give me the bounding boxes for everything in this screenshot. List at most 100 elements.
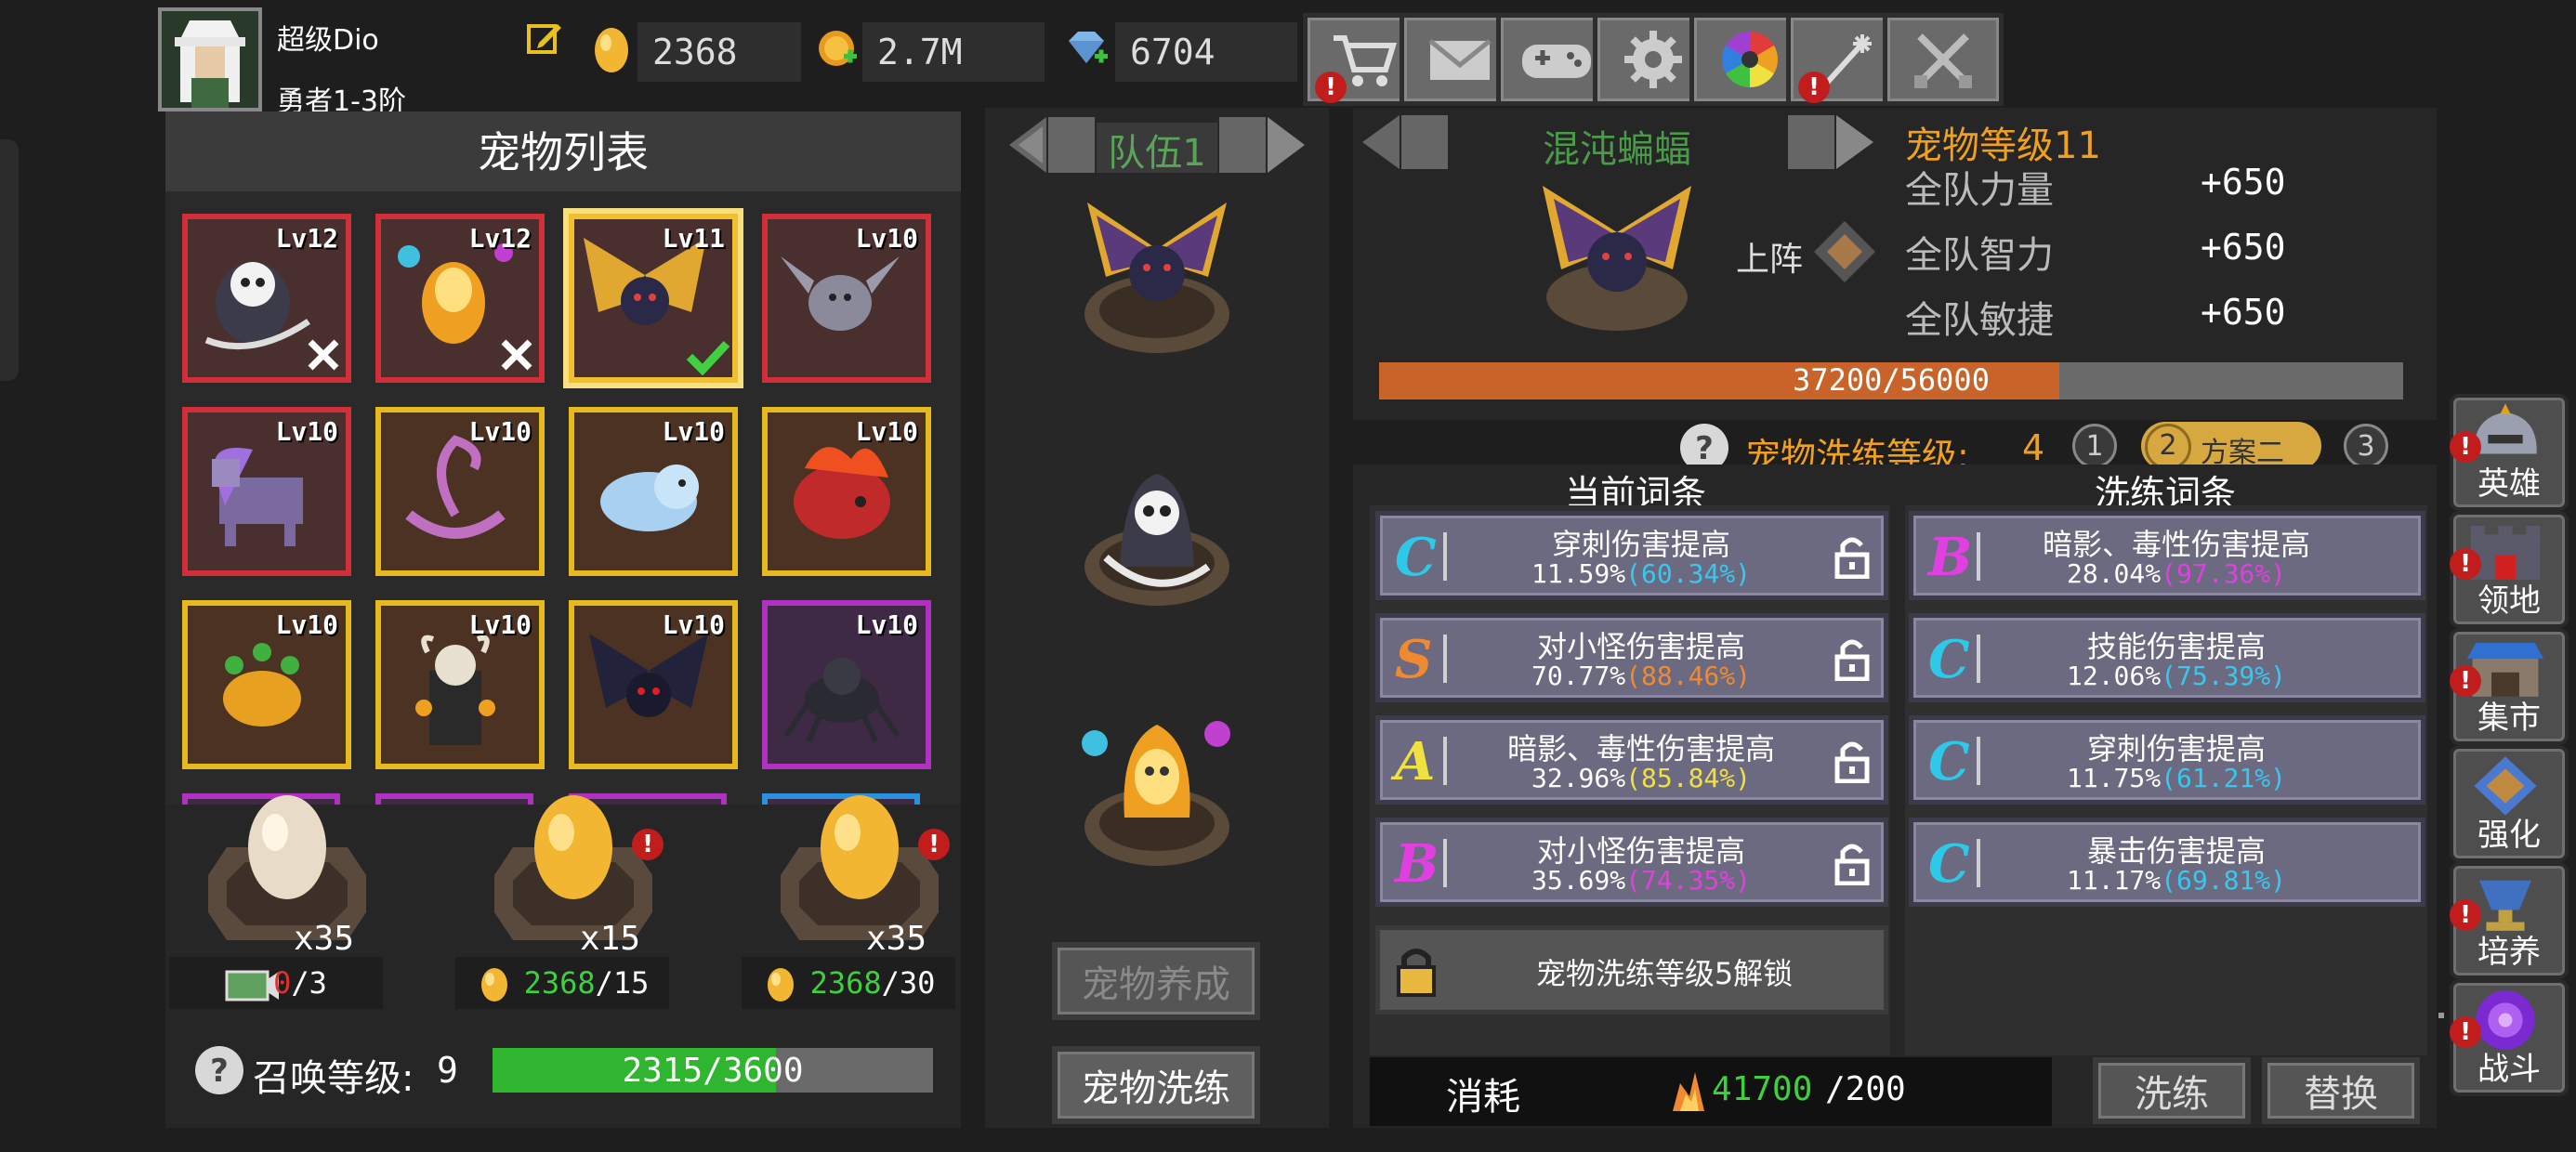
affix-grade: B xyxy=(1928,527,1973,588)
pet-slot[interactable]: Lv12 xyxy=(375,214,545,383)
gem-count: 6704 xyxy=(1115,22,1297,82)
svg-text:?: ? xyxy=(1695,430,1714,467)
pet-prev-arrow[interactable] xyxy=(1359,110,1452,175)
pet-refine-button[interactable]: 宠物洗练 xyxy=(1052,1046,1260,1124)
team-slot-bat[interactable] xyxy=(1069,193,1245,360)
pet-level: Lv12 xyxy=(468,223,532,254)
crossed-swords-icon xyxy=(1914,33,1972,88)
pet-train-button[interactable]: 宠物养成 xyxy=(1052,942,1260,1020)
affix-percent: (88.46%) xyxy=(1625,661,1751,691)
affix-divider xyxy=(1443,839,1447,887)
side-menu-market[interactable]: 集市! xyxy=(2450,628,2569,745)
cost-need: /200 xyxy=(1825,1070,1906,1108)
affix-entry[interactable]: A 暗影、毒性伤害提高 32.96%(85.84%) xyxy=(1375,715,1888,805)
affix-entry[interactable]: S 对小怪伤害提高 70.77%(88.46%) xyxy=(1375,613,1888,702)
pet-list-title: 宠物列表 xyxy=(478,127,649,177)
deploy-label: 上阵 xyxy=(1736,241,1804,279)
pet-level: Lv10 xyxy=(468,416,532,447)
scheme-3-button[interactable]: 3 xyxy=(2344,424,2388,468)
affix-divider xyxy=(1443,532,1447,581)
affix-value-line: 35.69%(74.35%) xyxy=(1454,865,1828,896)
affix-value-line: 11.75%(61.21%) xyxy=(1988,763,2365,793)
pet-slot[interactable]: Lv10 xyxy=(762,407,931,576)
scheme-2-button[interactable]: 2 方案二 xyxy=(2141,422,2321,470)
pet-slot[interactable]: Lv10 xyxy=(375,407,545,576)
gold-resource: 2.7M xyxy=(816,22,1045,82)
summon-level-label: 召唤等级: xyxy=(253,1057,414,1100)
refine-stone-icon xyxy=(1663,1065,1710,1117)
gem-resource: 6704 xyxy=(1061,22,1297,82)
summon-egg[interactable] xyxy=(190,792,385,949)
unlock-icon[interactable] xyxy=(1833,638,1871,682)
pet-slot[interactable]: Lv10 xyxy=(182,407,351,576)
side-menu-enhance[interactable]: 强化 xyxy=(2450,745,2569,862)
egg-count: x15 xyxy=(580,920,641,958)
affix-value: 11.75% xyxy=(2066,763,2162,793)
svg-text:?: ? xyxy=(210,1053,229,1090)
pet-exp-bar: 37200/56000 xyxy=(1379,362,2403,399)
pet-slot[interactable]: Lv11 xyxy=(569,214,738,383)
locked-affix-text: 宠物洗练等级5解锁 xyxy=(1535,956,1794,991)
affix-entry[interactable]: C 穿刺伤害提高 11.75%(61.21%) xyxy=(1909,715,2425,805)
unlock-icon[interactable] xyxy=(1833,740,1871,784)
equipped-check-icon xyxy=(686,338,730,376)
pet-slot[interactable]: Lv10 xyxy=(762,214,931,383)
affix-value: 12.06% xyxy=(2066,661,2162,691)
affix-value: 35.69% xyxy=(1531,865,1626,896)
side-scroll-marker xyxy=(2438,1013,2444,1018)
alert-badge: ! xyxy=(2450,548,2481,580)
affix-value-line: 28.04%(97.36%) xyxy=(1988,558,2365,589)
affix-entry[interactable]: C 穿刺伤害提高 11.59%(60.34%) xyxy=(1375,511,1888,600)
affix-percent: (60.34%) xyxy=(1625,558,1751,589)
team-next-arrow[interactable] xyxy=(1216,110,1308,180)
affix-value-line: 70.77%(88.46%) xyxy=(1454,661,1828,691)
summon-egg[interactable] xyxy=(476,792,671,949)
help-icon[interactable]: ? xyxy=(193,1044,245,1096)
pet-slot[interactable]: Lv10 xyxy=(762,600,931,769)
affix-entry[interactable]: C 暴击伤害提高 11.17%(69.81%) xyxy=(1909,818,2425,907)
side-menu-cultivate[interactable]: 培养! xyxy=(2450,862,2569,979)
team-slot-reaper[interactable] xyxy=(1069,446,1245,613)
side-menu-combat[interactable]: 战斗! xyxy=(2450,979,2569,1096)
cost-label: 消耗 xyxy=(1446,1076,1520,1119)
refine-level-value: 4 xyxy=(2022,427,2045,468)
egg-icon xyxy=(762,962,807,1003)
affix-entry[interactable]: C 技能伤害提高 12.06%(75.39%) xyxy=(1909,613,2425,702)
affix-grade: C xyxy=(1928,731,1970,792)
pet-level: Lv10 xyxy=(662,416,725,447)
summon-level-value: 9 xyxy=(437,1050,458,1091)
unequipped-mark-icon xyxy=(305,336,342,373)
team-slot-ghostfire[interactable] xyxy=(1069,706,1245,873)
pet-level: Lv10 xyxy=(855,223,918,254)
side-menu-heroes[interactable]: 英雄! xyxy=(2450,394,2569,511)
summon-egg[interactable] xyxy=(762,792,957,949)
gold-count: 2.7M xyxy=(862,22,1045,82)
pet-level: Lv11 xyxy=(662,223,725,254)
affix-entry[interactable]: B 对小怪伤害提高 35.69%(74.35%) xyxy=(1375,818,1888,907)
pet-slot[interactable]: Lv10 xyxy=(569,407,738,576)
left-edge-tab[interactable] xyxy=(0,139,19,381)
team-prev-arrow[interactable] xyxy=(1005,110,1098,180)
deploy-diamond-button[interactable] xyxy=(1812,219,1877,284)
battle-button[interactable] xyxy=(1883,13,2004,106)
replace-button[interactable]: 替换 xyxy=(2262,1057,2420,1124)
pet-slot[interactable]: Lv12 xyxy=(182,214,351,383)
pet-next-arrow[interactable] xyxy=(1784,110,1877,175)
pet-slot[interactable]: Lv10 xyxy=(182,600,351,769)
unlock-icon[interactable] xyxy=(1833,843,1871,886)
affix-entry[interactable]: B 暗影、毒性伤害提高 28.04%(97.36%) xyxy=(1909,511,2425,600)
pet-exp-text: 37200/56000 xyxy=(1793,362,1990,398)
avatar[interactable] xyxy=(158,7,262,111)
pet-level: Lv10 xyxy=(855,416,918,447)
edit-name-icon[interactable] xyxy=(526,19,563,56)
pet-slot[interactable]: Lv10 xyxy=(569,600,738,769)
pet-stat-name: 全队智力 xyxy=(1905,234,2054,277)
unlock-icon[interactable] xyxy=(1833,536,1871,580)
scheme-1-button[interactable]: 1 xyxy=(2072,424,2117,468)
refine-button[interactable]: 洗练 xyxy=(2093,1057,2251,1124)
side-menu-territory[interactable]: 领地! xyxy=(2450,511,2569,628)
egg-cost-have: 0 xyxy=(273,965,292,1001)
alert-badge: ! xyxy=(1315,72,1347,103)
pet-slot[interactable]: Lv10 xyxy=(375,600,545,769)
pet-level: Lv10 xyxy=(468,609,532,640)
